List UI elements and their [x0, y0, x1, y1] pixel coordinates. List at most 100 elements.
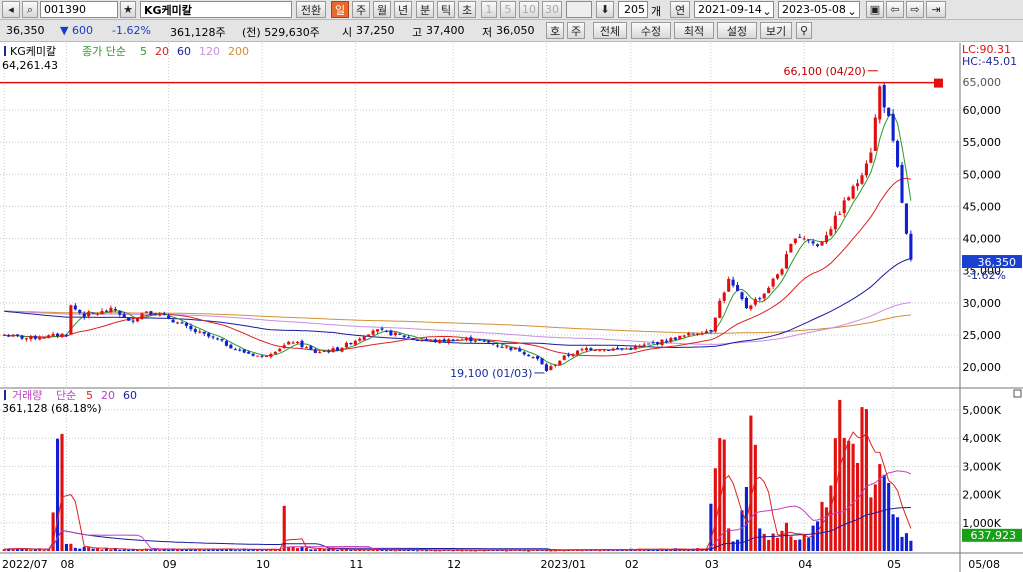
price-legend-ma-5: 5	[140, 45, 147, 58]
minute-custom-input[interactable]	[566, 1, 592, 18]
save-icon[interactable]: ▣	[866, 1, 884, 18]
candle-body	[869, 152, 873, 163]
monthly-button[interactable]: 월	[373, 1, 391, 18]
weekly-button[interactable]: 주	[352, 1, 370, 18]
volume-tick-label: 3,000K	[962, 460, 1001, 473]
candle-body	[162, 313, 166, 315]
volume-bar	[96, 548, 100, 551]
candle-body	[51, 333, 55, 336]
second-button[interactable]: 초	[458, 1, 476, 18]
candle-body	[784, 254, 788, 269]
candle-body	[593, 350, 597, 352]
candle-body	[322, 350, 326, 352]
candle-body	[504, 346, 508, 348]
chart-background	[0, 43, 1023, 572]
start-date-chevron-down-icon[interactable]: ⌄	[761, 3, 773, 19]
optimize-button[interactable]: 최적	[674, 22, 714, 39]
hoga-button[interactable]: 호	[546, 22, 564, 39]
candle-body	[42, 337, 46, 339]
candle-body	[340, 347, 344, 352]
minute-button[interactable]: 분	[416, 1, 434, 18]
volume-bar	[424, 550, 428, 552]
candle-body	[460, 339, 464, 341]
volume-bar	[42, 550, 46, 552]
current-price: 36,350	[6, 24, 45, 37]
volume-bar	[709, 503, 713, 551]
order-button[interactable]: 주	[567, 22, 585, 39]
candle-body	[567, 354, 571, 356]
star-icon[interactable]: ★	[120, 1, 136, 18]
search-icon[interactable]: ⌕	[22, 1, 38, 18]
candle-body	[807, 239, 811, 241]
price-change: ▼ 600	[60, 24, 93, 37]
price-tick-label: 25,000	[963, 329, 1002, 342]
price-tick-label: 30,000	[963, 297, 1002, 310]
yearly-button[interactable]: 년	[394, 1, 412, 18]
all-button[interactable]: 전체	[593, 22, 627, 39]
last-arrow-icon[interactable]: ⇥	[926, 1, 946, 18]
volume-legend-marker	[4, 390, 6, 400]
candle-body	[278, 348, 282, 352]
stock-code-input[interactable]: 001390	[40, 1, 118, 18]
candle-body	[389, 330, 393, 336]
candle-body	[171, 319, 175, 323]
x-axis-label: 04	[798, 558, 812, 571]
candle-body	[527, 354, 531, 357]
candle-body	[131, 320, 135, 322]
end-date-chevron-down-icon[interactable]: ⌄	[846, 3, 858, 19]
volume-bar	[816, 521, 820, 551]
candle-body	[398, 333, 402, 335]
candle-body	[664, 340, 668, 342]
candle-body	[260, 355, 264, 357]
daily-button[interactable]: 일	[331, 1, 349, 18]
volume-bar	[313, 549, 317, 551]
candle-body	[176, 322, 180, 324]
minute-10-button[interactable]: 10	[519, 1, 539, 18]
candle-body	[607, 350, 611, 352]
volume-bar	[829, 485, 833, 551]
candle-body	[153, 314, 157, 316]
candle-body	[349, 342, 353, 345]
candle-body	[522, 352, 526, 355]
arrow-down-icon[interactable]: ⬇	[596, 1, 614, 18]
range-button[interactable]: 연	[670, 1, 690, 18]
candle-body	[691, 333, 695, 335]
next-arrow-icon[interactable]: ⇨	[906, 1, 924, 18]
volume-bar	[891, 514, 895, 551]
candle-body	[109, 307, 113, 312]
candle-body	[273, 351, 277, 354]
view-button[interactable]: 보기	[760, 22, 792, 39]
candle-body	[487, 341, 491, 343]
price-tick-label: 60,000	[963, 104, 1002, 117]
volume-bar	[860, 407, 864, 551]
minute-1-button[interactable]: 1	[481, 1, 497, 18]
candle-body	[900, 164, 904, 203]
candle-body	[20, 335, 24, 339]
volume-legend-ma-60: 60	[123, 389, 137, 402]
volume-bar	[82, 546, 86, 551]
candle-body	[873, 117, 877, 151]
candle-body	[616, 347, 620, 349]
candle-body	[96, 313, 100, 315]
candle-body	[562, 355, 566, 360]
tick-button[interactable]: 틱	[437, 1, 455, 18]
count-input[interactable]: 205	[618, 1, 648, 18]
candle-body	[736, 285, 740, 291]
minute-5-button[interactable]: 5	[500, 1, 516, 18]
candle-body	[456, 339, 460, 341]
volume-bar	[900, 536, 904, 551]
settings-button[interactable]: 설정	[717, 22, 757, 39]
minute-30-button[interactable]: 30	[542, 1, 562, 18]
pin-icon[interactable]: ⚲	[796, 22, 812, 39]
left-arrow-icon[interactable]: ◂	[2, 1, 20, 18]
volume-panel-close-icon	[1013, 389, 1022, 398]
candle-body	[642, 344, 646, 347]
stock-chart[interactable]: 66,100 (04/20)19,100 (01/03)60,00055,000…	[0, 43, 1023, 572]
candle-body	[362, 336, 366, 340]
volume-bar	[91, 548, 95, 551]
x-axis-right-label: 05/08	[968, 558, 1000, 571]
candle-body	[856, 183, 860, 187]
switch-button[interactable]: 전환	[296, 1, 326, 18]
adjust-button[interactable]: 수정	[631, 22, 671, 39]
prev-arrow-icon[interactable]: ⇦	[886, 1, 904, 18]
